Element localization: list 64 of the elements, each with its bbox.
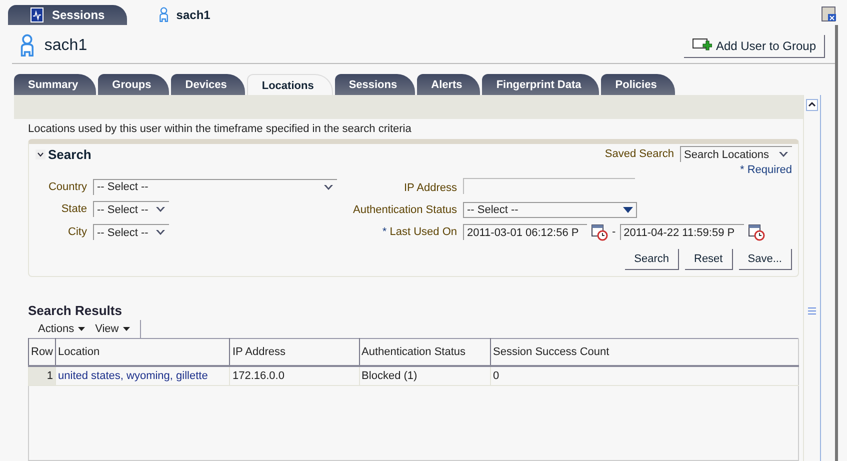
table-cell: 0 xyxy=(490,366,798,386)
select-field[interactable]: -- Select -- xyxy=(93,201,169,218)
scroll-grip-icon[interactable] xyxy=(808,307,816,315)
table-cell: Blocked (1) xyxy=(359,366,491,386)
search-form-button[interactable]: Save... xyxy=(738,249,792,270)
search-form-button[interactable]: Search xyxy=(625,249,679,270)
calendar-clock-icon[interactable] xyxy=(748,223,765,241)
field-label: City xyxy=(67,226,87,238)
search-form-button[interactable]: Reset xyxy=(685,249,733,270)
select-field[interactable]: -- Select -- xyxy=(463,202,637,218)
document-tab[interactable]: sach1 xyxy=(136,5,232,25)
dropdown-icon xyxy=(323,182,334,192)
document-tab[interactable]: Sessions xyxy=(8,5,127,25)
dropdown-icon xyxy=(155,205,166,214)
required-mark: * xyxy=(382,226,387,238)
select-field[interactable]: -- Select -- xyxy=(93,224,169,240)
dropdown-icon xyxy=(778,150,789,159)
saved-search-select[interactable]: Search Locations xyxy=(680,146,792,162)
table-cell: 172.16.0.0 xyxy=(230,366,360,386)
close-window-icon[interactable] xyxy=(821,6,837,22)
document-icon xyxy=(30,7,44,23)
tab[interactable]: Policies xyxy=(601,74,675,95)
select-field[interactable]: -- Select -- xyxy=(93,178,337,195)
required-note: * Required xyxy=(739,164,792,176)
location-link[interactable]: united states, wyoming, gillette xyxy=(58,370,208,382)
column-header[interactable]: Session Success Count xyxy=(490,338,798,366)
scrollbar[interactable] xyxy=(803,95,821,461)
description-text: Locations used by this user within the timeframe specified in the search criteria xyxy=(27,122,412,137)
menu-button[interactable]: Actions xyxy=(38,323,86,335)
column-header[interactable]: Authentication Status xyxy=(359,338,491,366)
field-label: IP Address xyxy=(403,182,457,194)
user-icon xyxy=(20,34,34,58)
field-label: Country xyxy=(47,180,87,193)
menu-button[interactable]: View xyxy=(95,323,130,335)
results-title: Search Results xyxy=(27,302,123,320)
tab[interactable]: Alerts xyxy=(417,74,480,95)
dropdown-icon xyxy=(155,228,166,238)
calendar-clock-icon[interactable] xyxy=(591,223,608,241)
date-field[interactable]: 2011-04-22 11:59:59 P xyxy=(620,224,744,240)
field-label: State xyxy=(60,203,87,216)
collapse-icon[interactable] xyxy=(35,148,46,160)
search-title: Search xyxy=(48,146,92,162)
scroll-up-icon[interactable] xyxy=(806,99,818,111)
date-separator: - xyxy=(612,226,616,238)
add-user-to-group-button[interactable]: Add User to Group xyxy=(684,34,825,58)
caret-icon xyxy=(78,327,86,331)
dropdown-icon xyxy=(623,206,633,214)
user-title: sach1 xyxy=(44,37,88,55)
tab[interactable]: Fingerprint Data xyxy=(482,74,600,95)
field-label: Authentication Status xyxy=(352,204,457,216)
tab[interactable]: Sessions xyxy=(334,74,416,95)
tab[interactable]: Groups xyxy=(98,74,170,95)
column-header[interactable]: Location xyxy=(56,338,230,366)
field-label: Last Used On xyxy=(390,226,457,238)
row-number: 1 xyxy=(28,366,56,386)
field-label: Saved Search xyxy=(604,148,674,160)
tab[interactable]: Summary xyxy=(14,74,96,95)
tab[interactable]: Locations xyxy=(246,74,333,95)
date-field[interactable]: 2011-03-01 06:12:56 P xyxy=(463,224,587,240)
user-icon xyxy=(158,7,168,23)
add-group-icon xyxy=(692,38,712,54)
caret-icon xyxy=(122,327,130,331)
column-header[interactable]: IP Address xyxy=(230,338,360,366)
tab[interactable]: Devices xyxy=(171,74,245,95)
